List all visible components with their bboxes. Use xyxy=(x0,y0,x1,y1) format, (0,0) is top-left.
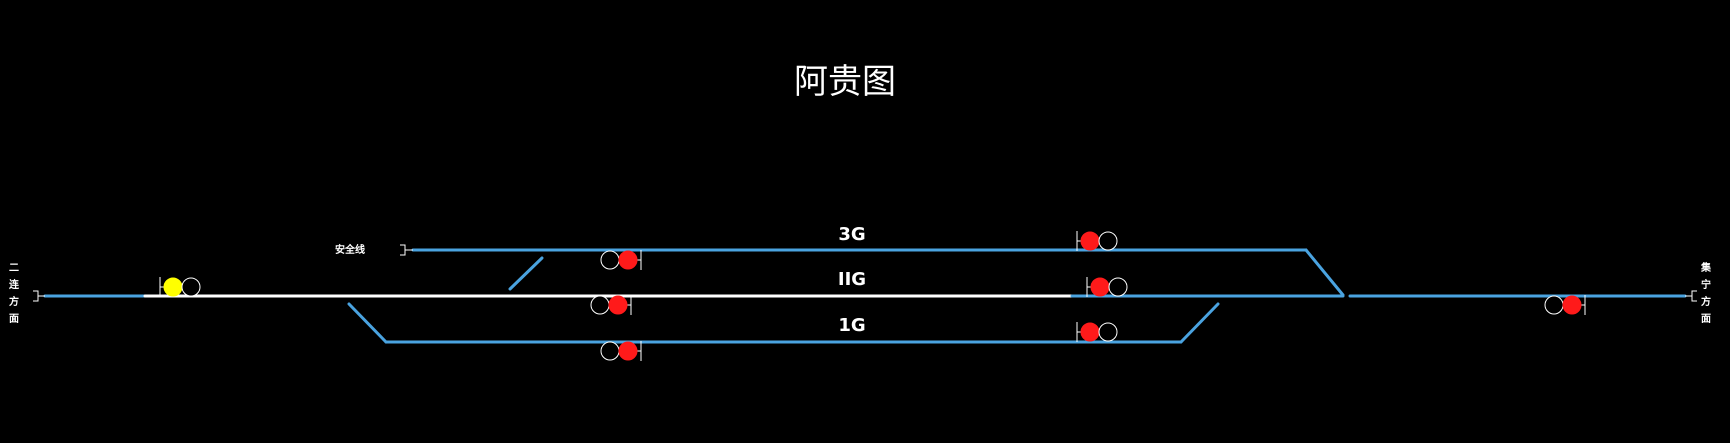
track-3g-east-turnout[interactable] xyxy=(1304,248,1345,297)
signal-track3-west[interactable] xyxy=(600,250,642,270)
signal-lamp-red xyxy=(1090,277,1110,297)
track-3g-label: 3G xyxy=(838,224,865,245)
signal-track2-east[interactable] xyxy=(1086,277,1128,297)
signal-lamp-red xyxy=(618,250,638,270)
left-direction-char: 连 xyxy=(9,278,20,291)
right-direction-char: 宁 xyxy=(1701,278,1711,291)
signal-post xyxy=(637,250,642,270)
signal-track1-west[interactable] xyxy=(600,341,642,361)
signal-lamp-off xyxy=(600,250,620,270)
signal-west-entry[interactable] xyxy=(159,277,201,297)
signal-post xyxy=(1086,277,1091,297)
signal-post xyxy=(1581,295,1586,315)
signal-lamp-off xyxy=(1108,277,1128,297)
signal-post xyxy=(1076,322,1081,342)
station-title: 阿贵图 xyxy=(794,62,896,102)
safety-line-bumper xyxy=(400,244,413,256)
signal-post xyxy=(637,341,642,361)
east-end-bumper xyxy=(1685,290,1697,302)
track-1g-east-turnout[interactable] xyxy=(1179,302,1220,344)
safety-line-label: 安全线 xyxy=(335,243,365,256)
safety-spur-diagonal[interactable] xyxy=(508,256,544,291)
signal-lamp-red xyxy=(1080,322,1100,342)
track-1g-label: 1G xyxy=(838,315,865,336)
left-direction-char: 二 xyxy=(9,262,19,274)
west-end-bumper xyxy=(33,290,45,302)
right-direction-char: 方 xyxy=(1701,295,1711,308)
track-1g-west-turnout[interactable] xyxy=(347,302,388,344)
right-direction-label: 集 宁 方 面 xyxy=(1700,261,1712,325)
signal-lamp-off xyxy=(600,341,620,361)
left-direction-char: 方 xyxy=(9,295,19,308)
signal-lamp-off xyxy=(1544,295,1564,315)
signal-track1-east[interactable] xyxy=(1076,322,1118,342)
signal-lamp-red xyxy=(618,341,638,361)
signal-lamp-red xyxy=(1080,231,1100,251)
signal-lamp-red xyxy=(608,295,628,315)
right-direction-char: 集 xyxy=(1700,261,1712,274)
right-direction-char: 面 xyxy=(1701,313,1711,325)
signal-lamp-off xyxy=(590,295,610,315)
left-direction-char: 面 xyxy=(9,313,19,325)
signal-lamp-yellow xyxy=(163,277,183,297)
signal-post xyxy=(627,295,632,315)
signal-lamp-off xyxy=(181,277,201,297)
track-2g-label: IIG xyxy=(838,269,866,290)
signal-lamp-off xyxy=(1098,322,1118,342)
signal-post xyxy=(1076,231,1081,251)
signal-lamp-red xyxy=(1562,295,1582,315)
signal-east-entry[interactable] xyxy=(1544,295,1586,315)
signal-track3-east[interactable] xyxy=(1076,231,1118,251)
station-diagram: 阿贵图 3G IIG 1G 安全线 二 连 方 面 集 宁 方 面 xyxy=(9,62,1712,361)
signal-post xyxy=(159,277,164,297)
left-direction-label: 二 连 方 面 xyxy=(9,262,20,325)
signal-track2-west[interactable] xyxy=(590,295,632,315)
signal-lamp-off xyxy=(1098,231,1118,251)
